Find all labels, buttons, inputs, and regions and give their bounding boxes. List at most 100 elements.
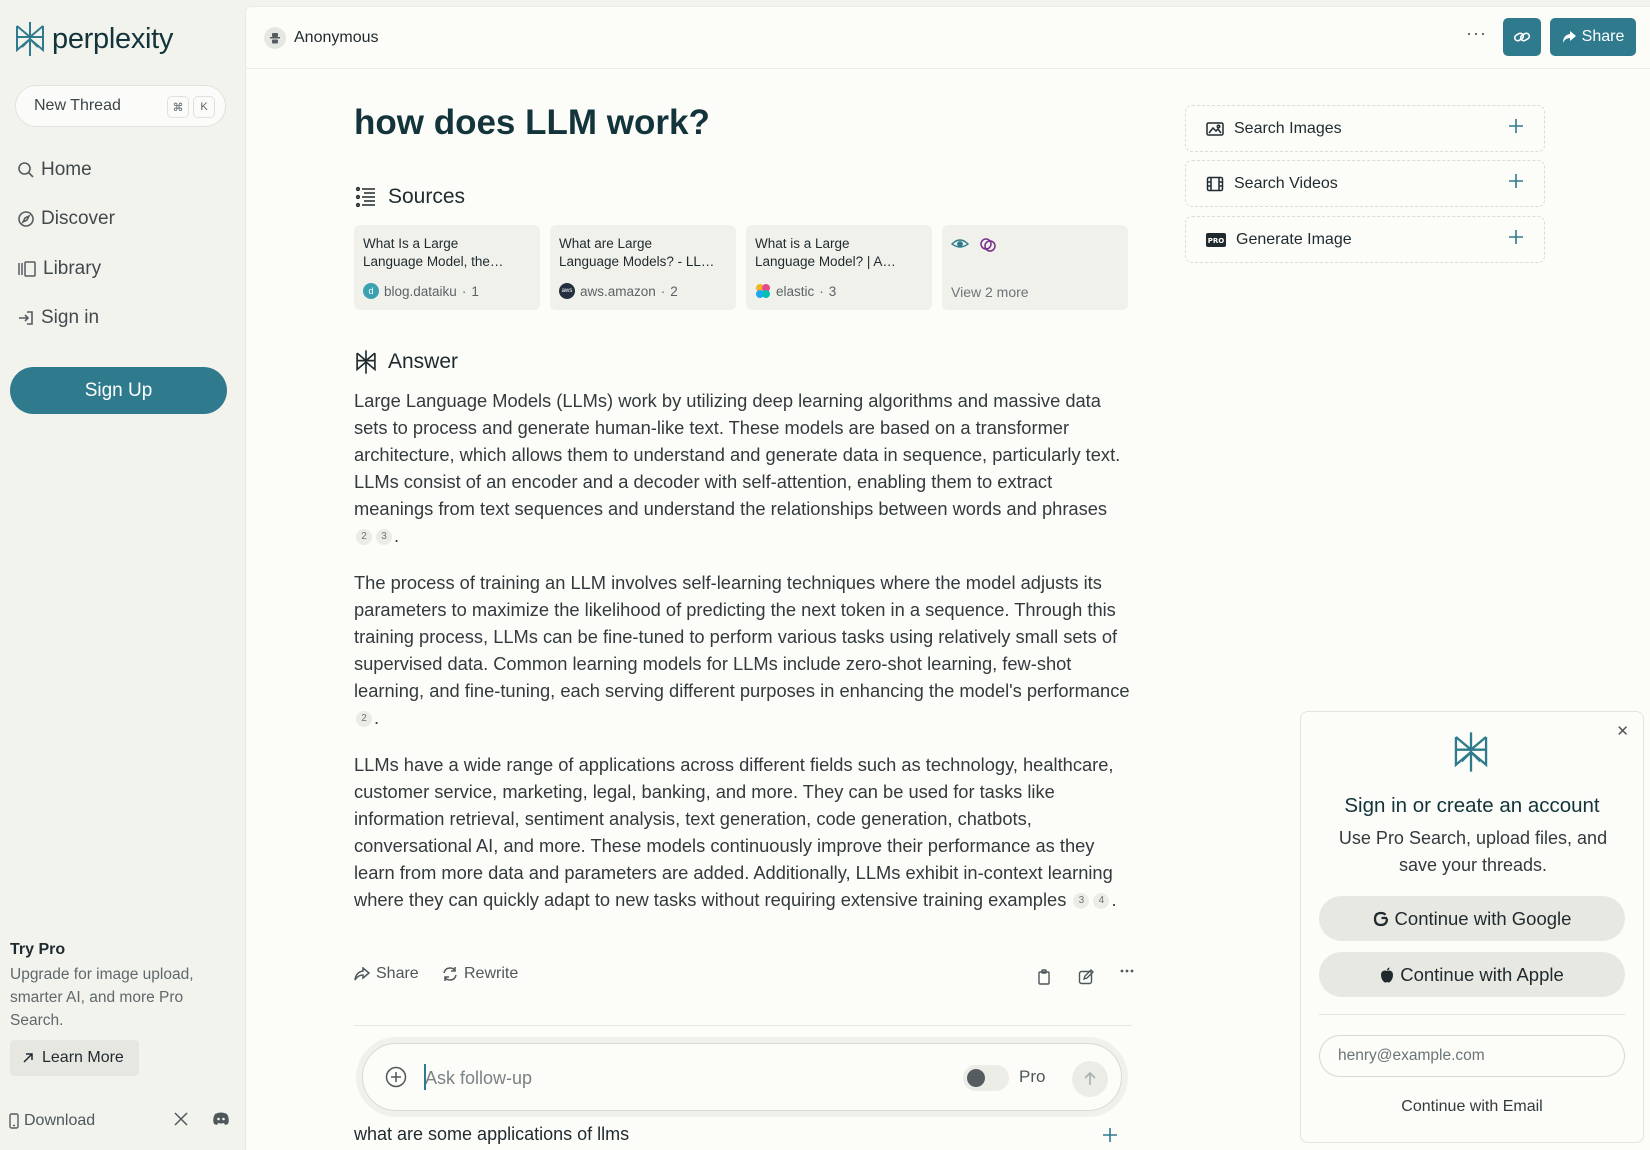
compass-icon <box>17 210 35 228</box>
citation-badge[interactable]: 4 <box>1093 892 1110 909</box>
nav-sign-in[interactable]: Sign in <box>17 303 99 333</box>
sources-heading: Sources <box>354 185 465 209</box>
nav-library[interactable]: Library <box>17 254 101 284</box>
incognito-avatar-icon <box>264 27 286 49</box>
modal-subtitle: Use Pro Search, upload files, and save y… <box>1338 828 1608 875</box>
source-meta: elastic · 3 <box>755 283 836 299</box>
share-answer-button[interactable]: Share <box>354 965 419 983</box>
share-button[interactable]: Share <box>1550 18 1636 56</box>
nav-discover[interactable]: Discover <box>17 204 115 234</box>
sources-row: What Is a Large Language Model, the… d b… <box>354 225 1128 310</box>
sources-heading-label: Sources <box>388 185 466 208</box>
copy-icon[interactable] <box>1037 969 1051 985</box>
citation-badge[interactable]: 2 <box>356 528 372 545</box>
source-domain: blog.dataiku <box>384 283 457 299</box>
view-more-label: View 2 more <box>951 284 1029 300</box>
source-index: 1 <box>471 283 479 299</box>
source-domain: aws.amazon <box>580 283 656 299</box>
elastic-favicon-icon <box>755 283 771 299</box>
nav-home[interactable]: Home <box>17 155 92 185</box>
divider <box>1319 1014 1625 1015</box>
edit-icon[interactable] <box>1078 969 1094 985</box>
view-more-sources-card[interactable]: View 2 more <box>942 225 1128 310</box>
discord-icon[interactable] <box>212 1112 230 1126</box>
sign-up-button[interactable]: Sign Up <box>10 367 227 414</box>
new-thread-button[interactable]: New Thread ⌘ K <box>15 85 226 127</box>
source-card[interactable]: What Is a Large Language Model, the… d b… <box>354 225 540 310</box>
sidebar-footer: Download <box>8 1112 232 1130</box>
answer-body: Large Language Models (LLMs) work by uti… <box>354 387 1132 933</box>
dataiku-favicon-icon: d <box>363 283 379 299</box>
k-key: K <box>193 96 215 118</box>
email-field[interactable] <box>1319 1035 1625 1077</box>
plus-icon <box>1102 1127 1118 1143</box>
related-question[interactable]: what are some applications of llms <box>354 1124 1132 1145</box>
search-videos-label: Search Videos <box>1234 174 1338 192</box>
try-pro-title: Try Pro <box>10 941 66 958</box>
follow-up-box: Pro <box>362 1043 1122 1111</box>
sign-in-icon <box>17 309 35 327</box>
shortcut-hint: ⌘ K <box>167 96 215 118</box>
pro-toggle-label: Pro <box>1019 1067 1046 1086</box>
source-meta: d blog.dataiku · 1 <box>363 283 479 299</box>
nav-library-label: Library <box>43 258 102 279</box>
attach-plus-icon[interactable] <box>385 1066 407 1088</box>
apple-icon <box>1380 967 1394 983</box>
aws-favicon-icon: aws <box>559 283 575 299</box>
submit-button[interactable] <box>1072 1061 1108 1097</box>
eye-favicon-icon <box>951 237 969 253</box>
share-answer-label: Share <box>376 965 419 982</box>
arrow-up-icon <box>1083 1072 1097 1086</box>
search-videos-button[interactable]: Search Videos <box>1185 160 1545 207</box>
generate-image-button[interactable]: PRO Generate Image <box>1185 216 1545 263</box>
copy-link-button[interactable] <box>1503 18 1541 56</box>
pro-toggle[interactable] <box>963 1065 1009 1091</box>
rewrite-button[interactable]: Rewrite <box>442 965 518 983</box>
follow-up-input[interactable] <box>425 1064 925 1092</box>
more-options-button[interactable]: ··· <box>1466 23 1487 44</box>
citation-badge[interactable]: 3 <box>1073 892 1090 909</box>
continue-with-email-button[interactable]: Continue with Email <box>1301 1098 1643 1116</box>
source-card[interactable]: What is a Large Language Model? | A… ela… <box>746 225 932 310</box>
generate-image-label: Generate Image <box>1236 230 1352 248</box>
answer-paragraph: The process of training an LLM involves … <box>354 572 1130 728</box>
x-twitter-icon[interactable] <box>174 1112 188 1126</box>
source-index: 3 <box>828 283 837 299</box>
command-key: ⌘ <box>167 96 189 118</box>
rewrite-label: Rewrite <box>464 965 519 982</box>
learn-more-button[interactable]: Learn More <box>10 1040 139 1076</box>
nav-sign-in-label: Sign in <box>41 307 100 328</box>
citation-badge[interactable]: 3 <box>376 528 392 545</box>
download-label: Download <box>24 1112 96 1129</box>
logo[interactable]: perplexity <box>14 20 173 58</box>
try-pro-description: Upgrade for image upload, smarter AI, an… <box>10 966 194 1029</box>
user-name: Anonymous <box>294 29 379 46</box>
source-title: What is a Large Language Model? | A… <box>755 236 896 269</box>
perplexity-answer-icon <box>354 349 378 375</box>
download-link[interactable]: Download <box>8 1112 95 1130</box>
answer-paragraph: Large Language Models (LLMs) work by uti… <box>354 390 1121 546</box>
more-actions-icon[interactable] <box>1120 969 1134 973</box>
refresh-icon <box>442 966 458 982</box>
search-images-button[interactable]: Search Images <box>1185 105 1545 152</box>
search-icon <box>17 161 35 179</box>
plus-icon <box>1508 173 1524 189</box>
source-card[interactable]: What are Large Language Models? - LL… aw… <box>550 225 736 310</box>
share-icon <box>354 967 370 981</box>
sign-in-modal: ✕ Sign in or create an account Use Pro S… <box>1300 711 1644 1143</box>
apple-button-label: Continue with Apple <box>1400 963 1564 985</box>
pro-badge-icon: PRO <box>1206 232 1226 247</box>
citation-badge[interactable]: 2 <box>356 710 372 727</box>
more-source-favicons <box>951 237 1119 253</box>
modal-title: Sign in or create an account <box>1344 794 1600 817</box>
user-indicator[interactable]: Anonymous <box>264 27 379 49</box>
image-icon <box>1206 121 1224 137</box>
continue-with-google-button[interactable]: Continue with Google <box>1319 896 1625 941</box>
top-bar: Anonymous ··· Share <box>246 7 1650 69</box>
share-arrow-icon <box>1562 30 1576 44</box>
close-icon[interactable]: ✕ <box>1616 722 1629 740</box>
answer-paragraph: LLMs have a wide range of applications a… <box>354 754 1117 910</box>
pro-toggle-knob <box>967 1069 985 1087</box>
continue-with-apple-button[interactable]: Continue with Apple <box>1319 952 1625 997</box>
source-meta: aws aws.amazon · 2 <box>559 283 678 299</box>
